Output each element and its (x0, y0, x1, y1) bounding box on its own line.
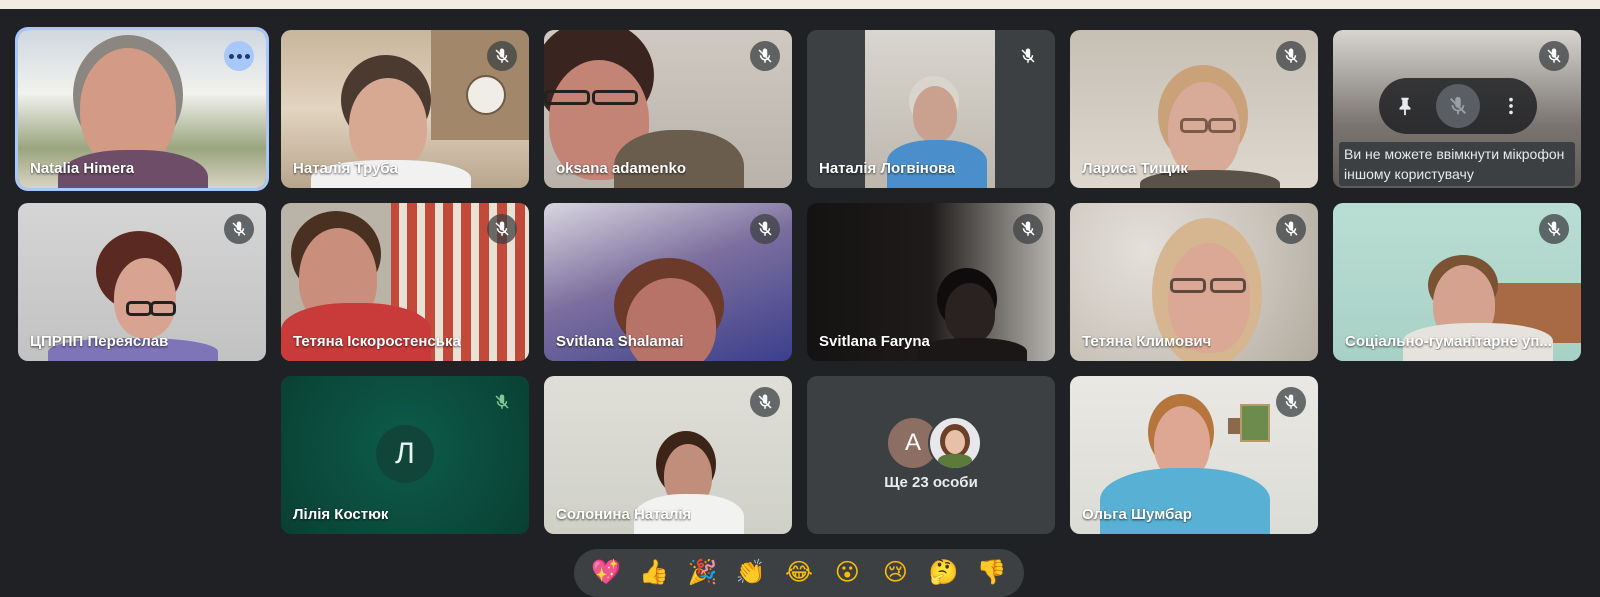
participant-tile[interactable]: Тетяна Климович (1070, 203, 1318, 361)
mic-off-icon (750, 214, 780, 244)
participant-name: Ольга Шумбар (1082, 506, 1192, 523)
participant-tile[interactable]: Лариса Тищик (1070, 30, 1318, 188)
more-vert-icon (1508, 97, 1513, 115)
participant-grid: Natalia Himera Наталія Труба oksana adam… (0, 0, 1600, 583)
participant-name: Лілія Костюк (293, 506, 389, 523)
participant-tile[interactable]: ЦПРПП Переяслав (18, 203, 266, 361)
mic-off-icon (1276, 41, 1306, 71)
mic-off-icon (224, 214, 254, 244)
participant-name: Лариса Тищик (1082, 160, 1188, 177)
mic-off-icon (487, 387, 517, 417)
participant-tile[interactable]: oksana adamenko (544, 30, 792, 188)
mic-off-icon (1450, 96, 1466, 115)
participant-tile[interactable]: Svitlana Shalamai (544, 203, 792, 361)
participant-name: Svitlana Shalamai (556, 333, 684, 350)
participant-name: oksana adamenko (556, 160, 687, 177)
tooltip: Ви не можете ввімкнути мікрофон іншому к… (1339, 142, 1575, 186)
more-participants-tile[interactable]: A Ще 23 особи (807, 376, 1055, 534)
participant-tile[interactable]: Ольга Шумбар (1070, 376, 1318, 534)
mic-off-icon (1276, 214, 1306, 244)
participant-name: Наталія Логвінова (819, 160, 956, 177)
mic-off-icon (1276, 387, 1306, 417)
mic-off-icon (1013, 41, 1043, 71)
participant-tile[interactable]: Svitlana Faryna (807, 203, 1055, 361)
pin-icon (1399, 97, 1411, 116)
mic-off-icon (750, 41, 780, 71)
tile-controls (1379, 78, 1537, 134)
mic-off-icon (1013, 214, 1043, 244)
participant-tile[interactable]: Тетяна Іскоростенська (281, 203, 529, 361)
mute-participant-button[interactable] (1435, 84, 1480, 128)
participant-name: Соціально-гуманітарне уп... (1345, 333, 1552, 350)
participant-name: ЦПРПП Переяслав (30, 333, 169, 350)
participant-tile-natalia-himera[interactable]: Natalia Himera (18, 30, 266, 188)
participant-tile[interactable]: Наталія Логвінова (807, 30, 1055, 188)
participant-name: Солонина Наталія (556, 506, 692, 523)
more-options-button[interactable] (1489, 84, 1533, 128)
reactions-bar: 💖 👍 🎉 👏 😂 😮 😢 🤔 👎 (574, 549, 1024, 597)
mic-off-icon (1539, 214, 1569, 244)
participant-name: Natalia Himera (30, 160, 135, 177)
participant-tile[interactable]: Солонина Наталія (544, 376, 792, 534)
more-participants-label: Ще 23 особи (884, 474, 978, 491)
mic-off-icon (1539, 41, 1569, 71)
more-options-icon[interactable] (224, 41, 254, 71)
participant-name: Svitlana Faryna (819, 333, 930, 350)
avatar (928, 416, 982, 470)
mic-off-icon (750, 387, 780, 417)
participant-tile[interactable]: Соціально-гуманітарне уп... (1333, 203, 1581, 361)
participant-name: Тетяна Климович (1082, 333, 1212, 350)
mic-off-icon (487, 214, 517, 244)
participant-tile-hovered[interactable]: Ви не можете ввімкнути мікрофон іншому к… (1333, 30, 1581, 188)
mic-off-icon (487, 41, 517, 71)
participant-name: Тетяна Іскоростенська (293, 333, 461, 350)
pin-button[interactable] (1383, 84, 1427, 128)
participant-name: Наталія Труба (293, 160, 398, 177)
participant-tile[interactable]: Наталія Труба (281, 30, 529, 188)
participant-tile-avatar[interactable]: Л Лілія Костюк (281, 376, 529, 534)
avatar: Л (376, 425, 434, 483)
